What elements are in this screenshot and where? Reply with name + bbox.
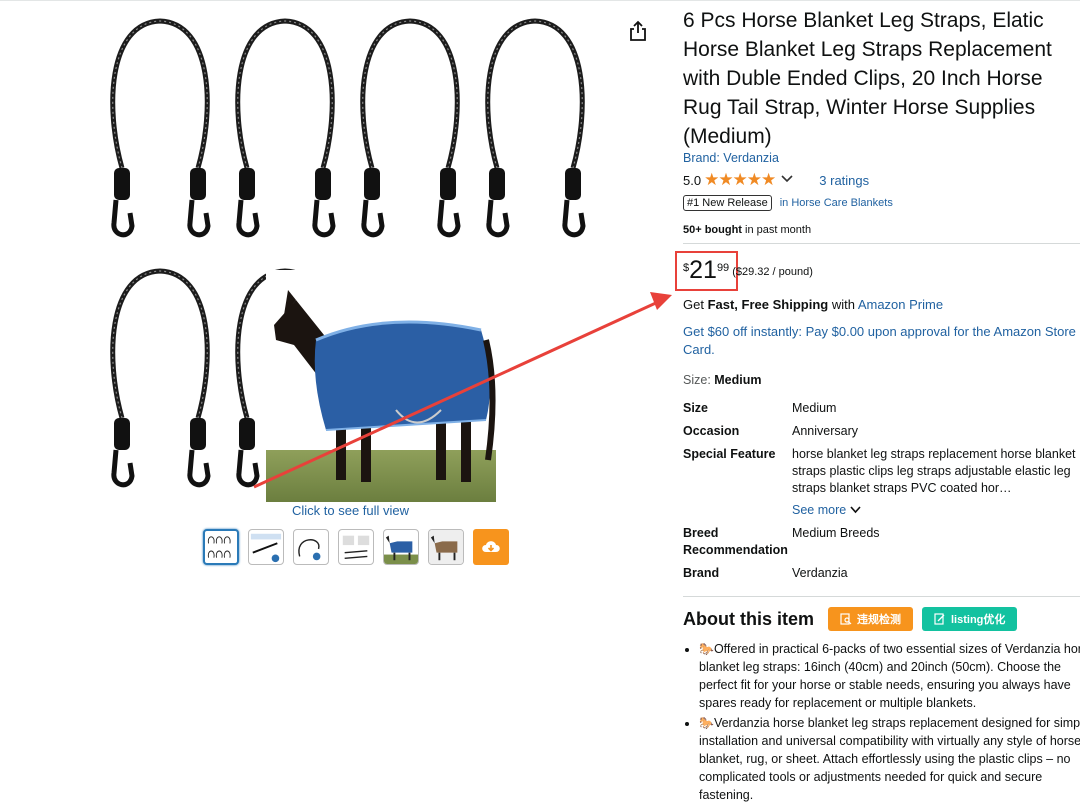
size-selector-label: Size: Medium	[683, 373, 762, 387]
ratings-link[interactable]: 3 ratings	[819, 173, 869, 188]
spec-value: horse blanket leg straps replacement hor…	[792, 447, 1076, 495]
thumbnail-horse-blanket[interactable]	[383, 529, 419, 565]
divider	[683, 243, 1080, 244]
spec-row: Breed Recommendation Medium Breeds	[683, 525, 1080, 565]
thumbnail-straps-detail[interactable]	[293, 529, 329, 565]
spec-row: Size Medium	[683, 400, 1080, 423]
list-item: 🐎Verdanzia horse blanket leg straps repl…	[699, 714, 1080, 804]
chevron-down-icon[interactable]	[850, 506, 861, 514]
edit-doc-icon	[934, 613, 945, 625]
bullet-text: Offered in practical 6-packs of two esse…	[699, 642, 1080, 710]
product-specs-table: Size Medium Occasion Anniversary Special…	[683, 400, 1080, 588]
product-title: 6 Pcs Horse Blanket Leg Straps, Elatic H…	[683, 9, 1052, 148]
thumbnail-straps-six[interactable]	[203, 529, 239, 565]
amazon-prime-link[interactable]: Amazon Prime	[858, 297, 943, 312]
full-view-link[interactable]: Click to see full view	[292, 503, 409, 518]
spec-key: Size	[683, 401, 709, 415]
thumbnail-horse-blanket-2[interactable]	[428, 529, 464, 565]
price: $ 21 99 ($29.32 / pound)	[683, 256, 813, 284]
spec-key: Brand	[683, 566, 720, 580]
listing-optimize-button[interactable]: listing优化	[922, 607, 1018, 631]
chevron-down-icon[interactable]	[781, 174, 793, 186]
star-rating-icon[interactable]: ★★★★★	[704, 170, 776, 190]
spec-value: Medium Breeds	[792, 526, 880, 540]
list-item: 🐎Offered in practical 6-packs of two ess…	[699, 640, 1080, 712]
spec-value-cell: horse blanket leg straps replacement hor…	[792, 446, 1080, 525]
shipping-info: Get Fast, Free Shipping with Amazon Prim…	[683, 297, 943, 312]
spec-row: Brand Verdanzia	[683, 565, 1080, 588]
thumbnail-straps-size[interactable]	[248, 529, 284, 565]
bought-bold: 50+ bought	[683, 224, 742, 236]
see-more-link[interactable]: See more	[792, 502, 1080, 519]
price-fraction: 99	[716, 262, 730, 274]
bought-rest: in past month	[741, 224, 812, 236]
bought-count: 50+ bought in past month	[683, 224, 811, 236]
bullet-text: Verdanzia horse blanket leg straps repla…	[699, 716, 1080, 802]
spec-key: Occasion	[683, 424, 740, 438]
rating-value: 5.0	[683, 172, 702, 188]
spec-row: Occasion Anniversary	[683, 423, 1080, 446]
thumbnail-straps-install[interactable]	[338, 529, 374, 565]
about-header: About this item 违规检测 listing优化	[683, 607, 1026, 631]
spec-key: Breed Recommendation	[683, 526, 788, 557]
shipping-bold: Fast, Free Shipping	[707, 297, 829, 312]
new-release-badge[interactable]: #1 New Release	[683, 195, 772, 211]
about-bullets: 🐎Offered in practical 6-packs of two ess…	[683, 640, 1080, 806]
unit-price: ($29.32 / pound)	[732, 266, 813, 278]
spec-value: Medium	[792, 401, 837, 415]
brand-link[interactable]: Brand: Verdanzia	[683, 151, 779, 165]
shipping-prefix: Get	[683, 297, 708, 312]
horse-icon: 🐎	[699, 642, 714, 656]
spec-key: Special Feature	[683, 447, 776, 461]
price-whole: 21	[689, 256, 717, 284]
search-doc-icon	[840, 613, 852, 625]
horse-blanket-photo	[266, 270, 496, 502]
horse-icon: 🐎	[699, 716, 714, 730]
share-icon[interactable]	[628, 20, 648, 42]
compliance-check-button[interactable]: 违规检测	[828, 607, 913, 631]
rating-row: 5.0 ★★★★★ 3 ratings	[683, 170, 869, 190]
size-label-text: Size:	[683, 373, 715, 387]
spec-value: Anniversary	[792, 424, 858, 438]
badge-row: #1 New Release in Horse Care Blankets	[683, 195, 893, 211]
spec-value: Verdanzia	[792, 566, 848, 580]
size-label-value: Medium	[714, 373, 762, 387]
image-gallery: Click to see full view	[0, 0, 660, 810]
shipping-mid: with	[828, 297, 858, 312]
cloud-download-icon[interactable]	[473, 529, 509, 565]
thumbnail-strip	[203, 529, 509, 565]
listing-optimize-label: listing优化	[951, 614, 1006, 626]
spec-row: Special Feature horse blanket leg straps…	[683, 446, 1080, 525]
compliance-check-label: 违规检测	[857, 614, 901, 626]
divider	[683, 596, 1080, 597]
badge-category-link[interactable]: in Horse Care Blankets	[780, 197, 893, 209]
about-title: About this item	[683, 608, 814, 629]
see-more-label[interactable]: See more	[792, 503, 846, 517]
store-card-promo-link[interactable]: Get $60 off instantly: Pay $0.00 upon ap…	[683, 323, 1078, 359]
